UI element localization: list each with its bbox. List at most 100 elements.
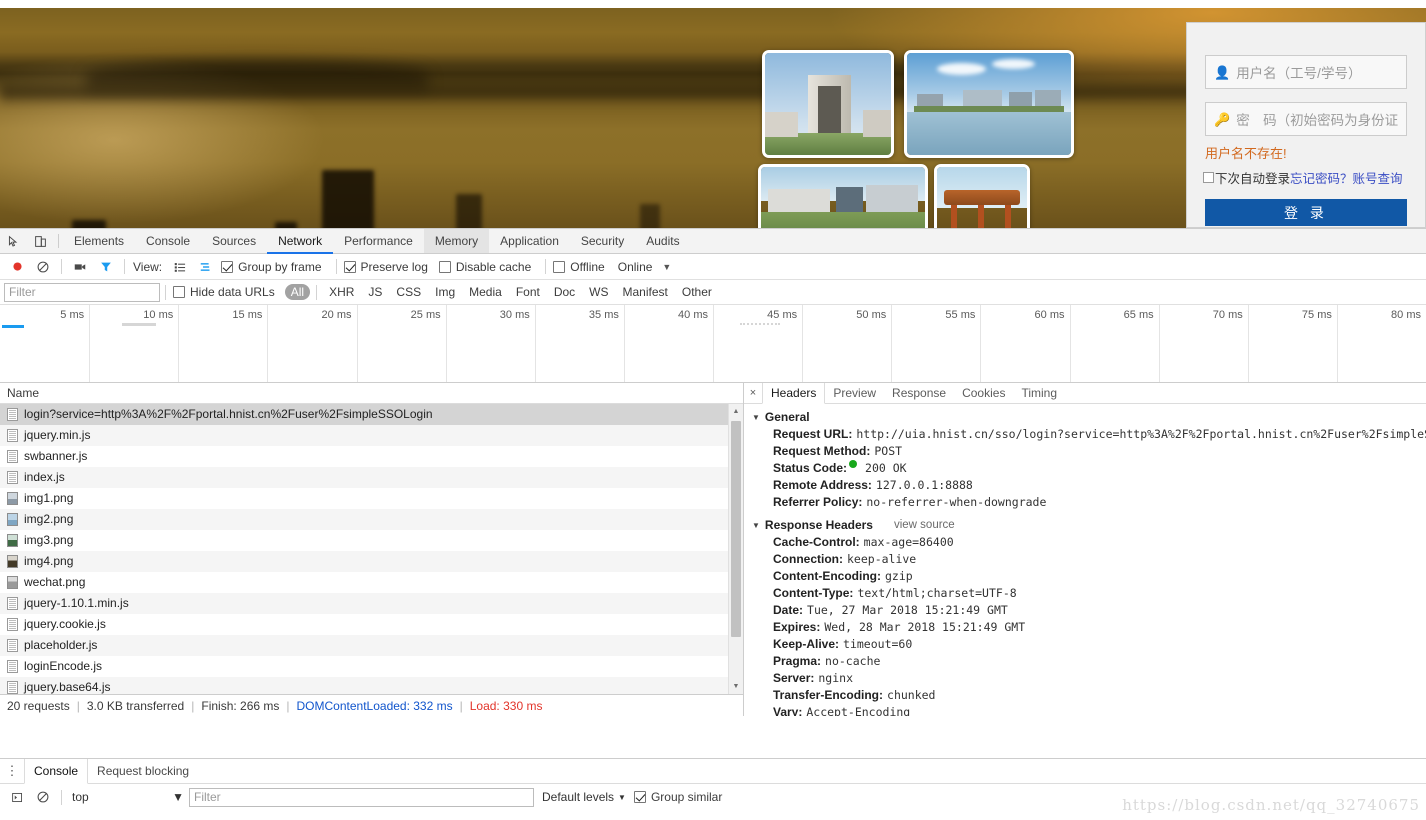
filter-type-img[interactable]: Img: [429, 284, 461, 300]
table-row[interactable]: jquery.base64.js: [0, 677, 743, 694]
tab-elements[interactable]: Elements: [63, 229, 135, 253]
detail-tab-cookies[interactable]: Cookies: [954, 383, 1013, 403]
chevron-down-icon[interactable]: ▼: [662, 262, 671, 272]
table-row[interactable]: img3.png: [0, 530, 743, 551]
view-list-icon[interactable]: [167, 255, 193, 279]
banner-silhouette-5: [640, 204, 660, 228]
tab-memory[interactable]: Memory: [423, 229, 490, 253]
offline-checkbox[interactable]: [553, 260, 566, 273]
gallery-photo-lake[interactable]: [904, 50, 1074, 158]
group-by-frame-option[interactable]: Group by frame: [221, 260, 322, 274]
table-row[interactable]: wechat.png: [0, 572, 743, 593]
throttling-select[interactable]: Online: [618, 260, 653, 274]
forgot-password-link[interactable]: 忘记密码？: [1290, 168, 1353, 187]
network-overview-timeline[interactable]: 5 ms 10 ms 15 ms 20 ms 25 ms 30 ms 35 ms 40 ms 4…: [0, 305, 1426, 383]
disable-cache-option[interactable]: Disable cache: [438, 260, 531, 274]
filter-type-ws[interactable]: WS: [583, 284, 614, 300]
clear-button[interactable]: [30, 255, 56, 279]
table-row[interactable]: swbanner.js: [0, 446, 743, 467]
requests-scrollbar[interactable]: ▲ ▼: [728, 404, 743, 694]
view-source-link[interactable]: view source: [894, 519, 955, 531]
console-filter-input[interactable]: [189, 787, 534, 807]
status-sep-4: |: [459, 698, 463, 713]
general-section-header[interactable]: ▼ General: [744, 410, 1426, 424]
toggle-device-toolbar-icon[interactable]: [27, 229, 54, 253]
filter-toggle-icon[interactable]: [93, 255, 119, 279]
preserve-log-option[interactable]: Preserve log: [343, 260, 428, 274]
capture-screenshots-icon[interactable]: [67, 255, 93, 279]
view-waterfall-icon[interactable]: [193, 255, 219, 279]
list-view-glyph: [174, 262, 186, 272]
table-row[interactable]: img4.png: [0, 551, 743, 572]
tab-security[interactable]: Security: [570, 229, 635, 253]
network-filter-input[interactable]: [4, 282, 160, 302]
table-row[interactable]: jquery-1.10.1.min.js: [0, 593, 743, 614]
filter-type-media[interactable]: Media: [463, 284, 508, 300]
filter-type-manifest[interactable]: Manifest: [617, 284, 674, 300]
requests-list[interactable]: login?service=http%3A%2F%2Fportal.hnist.…: [0, 404, 743, 694]
table-row[interactable]: placeholder.js: [0, 635, 743, 656]
table-row[interactable]: jquery.cookie.js: [0, 614, 743, 635]
table-row[interactable]: jquery.min.js: [0, 425, 743, 446]
tab-sources[interactable]: Sources: [201, 229, 267, 253]
tab-network[interactable]: Network: [267, 229, 334, 254]
gallery-photo-pavilion[interactable]: [934, 164, 1030, 228]
script-icon: [7, 470, 18, 484]
detail-tab-response[interactable]: Response: [884, 383, 954, 403]
username-field[interactable]: 👤 用户名（工号/学号）: [1205, 55, 1407, 89]
filter-type-other[interactable]: Other: [676, 284, 718, 300]
inspect-element-icon[interactable]: [0, 229, 27, 253]
scroll-up-arrow-icon[interactable]: ▲: [729, 404, 743, 419]
console-sidebar-toggle-icon[interactable]: [4, 785, 30, 809]
offline-option[interactable]: Offline: [553, 260, 605, 274]
login-submit-button[interactable]: 登 录: [1205, 199, 1407, 226]
drawer-tab-request-blocking[interactable]: Request blocking: [88, 759, 198, 783]
table-row[interactable]: img1.png: [0, 488, 743, 509]
auto-login-checkbox[interactable]: [1203, 172, 1214, 183]
filter-type-xhr[interactable]: XHR: [323, 284, 360, 300]
drawer-tab-console[interactable]: Console: [24, 759, 89, 784]
scrollbar-thumb[interactable]: [731, 421, 741, 637]
tab-console[interactable]: Console: [135, 229, 201, 253]
filterbar-divider-2: [316, 284, 318, 300]
table-row[interactable]: login?service=http%3A%2F%2Fportal.hnist.…: [0, 404, 743, 425]
preserve-log-checkbox[interactable]: [343, 260, 356, 273]
detail-tab-timing[interactable]: Timing: [1013, 383, 1065, 403]
table-row[interactable]: loginEncode.js: [0, 656, 743, 677]
requests-column-header[interactable]: Name: [0, 383, 743, 404]
tab-audits[interactable]: Audits: [635, 229, 690, 253]
table-row[interactable]: img2.png: [0, 509, 743, 530]
password-field[interactable]: 🔑 密 码（初始密码为身份证件号后: [1205, 102, 1407, 136]
header-value: keep-alive: [847, 552, 917, 566]
more-options-icon[interactable]: ⋮: [0, 759, 24, 783]
record-button[interactable]: [4, 255, 30, 279]
group-similar-option[interactable]: Group similar: [633, 790, 722, 804]
hide-data-urls-option[interactable]: Hide data URLs: [173, 285, 275, 299]
filter-type-js[interactable]: JS: [362, 284, 388, 300]
username-placeholder: 用户名（工号/学号）: [1236, 66, 1362, 81]
hide-data-urls-checkbox[interactable]: [173, 286, 185, 298]
tab-application[interactable]: Application: [489, 229, 570, 253]
detail-tab-preview[interactable]: Preview: [825, 383, 884, 403]
filter-type-font[interactable]: Font: [510, 284, 546, 300]
console-levels-select[interactable]: Default levels ▼: [542, 790, 626, 804]
group-similar-checkbox[interactable]: [633, 791, 646, 803]
response-headers-section-header[interactable]: ▼ Response Headers view source: [744, 518, 1426, 532]
tab-performance[interactable]: Performance: [333, 229, 424, 253]
filter-type-all[interactable]: All: [284, 284, 311, 300]
close-icon[interactable]: ×: [744, 383, 762, 403]
detail-tab-headers[interactable]: Headers: [762, 383, 826, 404]
header-value: text/html;charset=UTF-8: [857, 586, 1017, 600]
filter-type-doc[interactable]: Doc: [548, 284, 581, 300]
gallery-photo-buildings[interactable]: [758, 164, 928, 228]
console-clear-button[interactable]: [30, 785, 56, 809]
header-key: Request Method:: [773, 444, 871, 458]
scroll-down-arrow-icon[interactable]: ▼: [729, 679, 743, 694]
group-by-frame-checkbox[interactable]: [221, 260, 234, 273]
table-row[interactable]: index.js: [0, 467, 743, 488]
disable-cache-checkbox[interactable]: [438, 260, 451, 273]
account-query-link[interactable]: 账号查询: [1353, 168, 1403, 187]
filter-type-css[interactable]: CSS: [390, 284, 427, 300]
gallery-photo-tower[interactable]: [762, 50, 894, 158]
console-context-select[interactable]: top ▼: [67, 788, 189, 807]
